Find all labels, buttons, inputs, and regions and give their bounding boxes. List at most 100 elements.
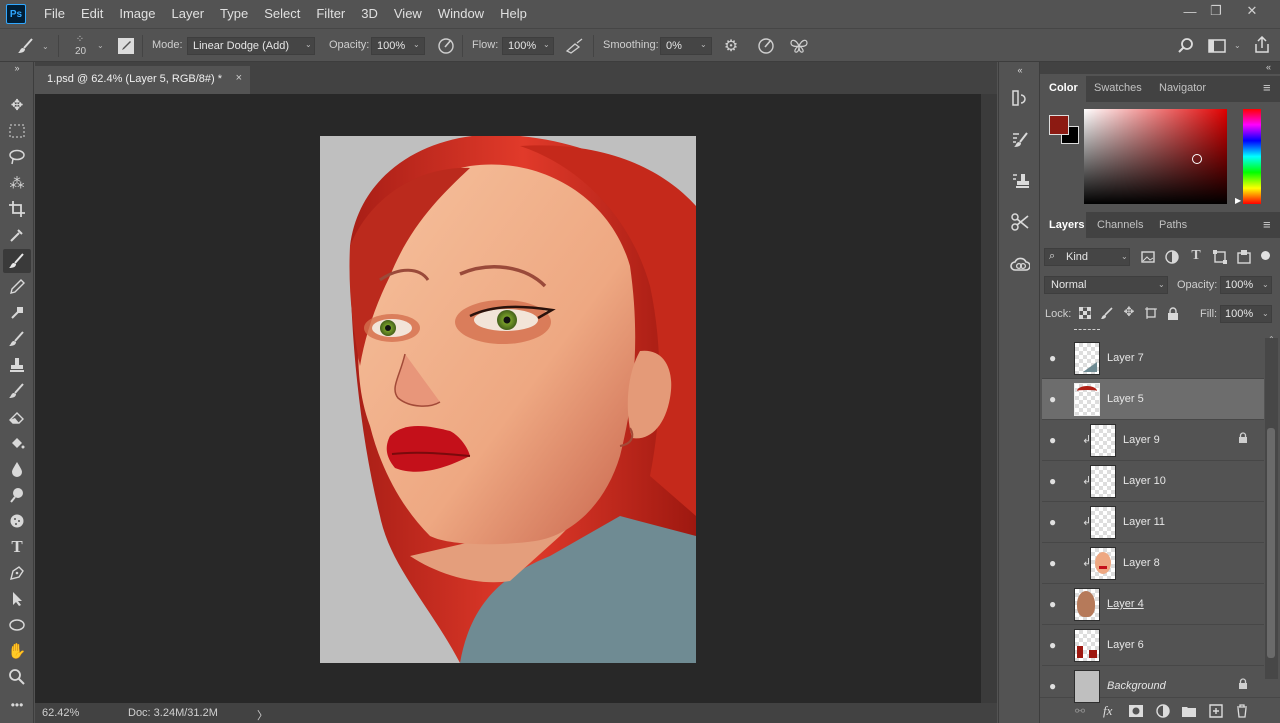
workspace-icon[interactable] [1206, 37, 1228, 55]
document-tab-close-icon[interactable]: × [236, 72, 242, 84]
workspace-chevron-icon[interactable]: ⌄ [1234, 41, 1241, 50]
layer-row-background[interactable]: ● Background [1042, 666, 1264, 703]
filter-smart-object-icon[interactable] [1236, 249, 1252, 265]
layer-row-layer-6[interactable]: ● Layer 6 [1042, 625, 1264, 666]
layers-scroll-thumb[interactable] [1267, 428, 1275, 658]
filter-pixel-layer-icon[interactable] [1140, 249, 1156, 265]
layers-panel-menu-icon[interactable]: ≡ [1263, 217, 1271, 232]
layers-scroll-up-icon[interactable]: ⌃ [1268, 335, 1275, 344]
document-canvas-area[interactable] [35, 62, 997, 723]
visibility-eye-icon[interactable]: ● [1049, 515, 1056, 529]
history-panel-icon[interactable] [1007, 85, 1033, 111]
visibility-eye-icon[interactable]: ● [1049, 597, 1056, 611]
hand-tool-icon[interactable]: ✋ [3, 639, 31, 663]
stamp-tool-icon[interactable] [3, 353, 31, 377]
menu-3d[interactable]: 3D [353, 0, 386, 28]
tab-swatches[interactable]: Swatches [1094, 82, 1142, 94]
color-picker-field[interactable] [1084, 109, 1227, 204]
document-tab[interactable]: 1.psd @ 62.4% (Layer 5, RGB/8#) * × [35, 66, 250, 94]
type-tool-icon[interactable]: T [3, 535, 31, 559]
layer-row-layer-5[interactable]: ● Layer 5 [1042, 379, 1264, 420]
pencil-tool-icon[interactable] [3, 275, 31, 299]
lasso-tool-icon[interactable] [3, 145, 31, 169]
menu-image[interactable]: Image [111, 0, 163, 28]
menu-edit[interactable]: Edit [73, 0, 111, 28]
layer-row-layer-10[interactable]: ● ↲ Layer 10 [1042, 461, 1264, 502]
eyedropper-tool-icon[interactable] [3, 223, 31, 247]
layer-name[interactable]: Layer 6 [1107, 639, 1144, 651]
menu-select[interactable]: Select [256, 0, 308, 28]
menu-layer[interactable]: Layer [164, 0, 213, 28]
marquee-tool-icon[interactable] [3, 119, 31, 143]
layer-name[interactable]: Layer 4 [1107, 598, 1144, 610]
menu-help[interactable]: Help [492, 0, 535, 28]
opacity-chevron-icon[interactable]: ⌄ [413, 40, 420, 49]
tab-navigator[interactable]: Navigator [1159, 82, 1206, 94]
status-menu-arrow-icon[interactable]: 〉 [257, 707, 268, 723]
blend-mode-select[interactable]: Normal ⌄ [1044, 276, 1168, 294]
more-tools-icon[interactable]: ••• [3, 693, 31, 717]
history-brush-tool-icon[interactable] [3, 327, 31, 351]
path-selection-tool-icon[interactable] [3, 587, 31, 611]
restore-button[interactable]: ❐ [1200, 0, 1232, 22]
lock-transparent-pixels-icon[interactable] [1078, 306, 1092, 320]
layer-row-layer-11[interactable]: ● ↲ Layer 11 [1042, 502, 1264, 543]
visibility-eye-icon[interactable]: ● [1049, 351, 1056, 365]
share-icon[interactable] [1252, 35, 1272, 55]
filter-kind-select[interactable]: ⌕ Kind ⌄ [1044, 248, 1130, 266]
pressure-opacity-icon[interactable] [436, 37, 456, 55]
eraser-tool-icon[interactable] [3, 405, 31, 429]
mode-select[interactable]: Linear Dodge (Add) [187, 37, 315, 55]
tab-layers[interactable]: Layers [1049, 219, 1084, 231]
tab-channels[interactable]: Channels [1097, 219, 1143, 231]
layer-row-layer-8[interactable]: ● ↲ Layer 8 [1042, 543, 1264, 584]
fill-input[interactable]: 100% ⌄ [1220, 305, 1272, 323]
brush-settings-panel-icon[interactable] [116, 37, 136, 55]
clone-source-panel-icon[interactable] [1007, 168, 1033, 194]
lock-position-icon[interactable]: ✥ [1122, 304, 1136, 319]
pen-tool-icon[interactable] [3, 561, 31, 585]
airbrush-icon[interactable] [564, 37, 586, 55]
dodge-tool-icon[interactable] [3, 483, 31, 507]
panels-collapse-icon[interactable]: « [1266, 62, 1271, 72]
add-mask-icon[interactable] [1128, 703, 1144, 719]
visibility-eye-icon[interactable]: ● [1049, 433, 1056, 447]
layer-name[interactable]: Background [1107, 680, 1166, 692]
canvas-vertical-scrollbar[interactable] [981, 94, 997, 703]
crop-tool-icon[interactable] [3, 197, 31, 221]
brushes-panel-icon[interactable] [1007, 127, 1033, 153]
layer-style-fx-icon[interactable]: fx [1103, 703, 1112, 719]
layer-name[interactable]: Layer 7 [1107, 352, 1144, 364]
tool-presets-panel-icon[interactable] [1007, 209, 1033, 235]
tab-color[interactable]: Color [1049, 82, 1078, 94]
layer-name[interactable]: Layer 10 [1123, 475, 1166, 487]
ellipse-tool-icon[interactable] [3, 613, 31, 637]
paint-bucket-tool-icon[interactable] [3, 431, 31, 455]
mode-chevron-icon[interactable]: ⌄ [305, 40, 312, 49]
filter-type-layer-icon[interactable]: T [1188, 248, 1204, 264]
foreground-color-swatch[interactable] [1049, 115, 1069, 135]
visibility-eye-icon[interactable]: ● [1049, 679, 1056, 693]
filter-shape-layer-icon[interactable] [1212, 249, 1228, 265]
sponge-tool-icon[interactable] [3, 509, 31, 533]
close-button[interactable]: ✕ [1236, 0, 1268, 22]
artwork-canvas[interactable] [320, 136, 696, 663]
menu-window[interactable]: Window [430, 0, 492, 28]
pressure-size-icon[interactable] [756, 37, 776, 55]
layer-opacity-input[interactable]: 100% ⌄ [1220, 276, 1272, 294]
visibility-eye-icon[interactable]: ● [1049, 556, 1056, 570]
zoom-tool-icon[interactable] [3, 665, 31, 689]
menu-type[interactable]: Type [212, 0, 256, 28]
search-icon[interactable] [1176, 37, 1196, 55]
smoothing-options-gear-icon[interactable]: ⚙ [721, 36, 741, 56]
brush-preset-icon[interactable] [14, 36, 38, 56]
dock-expand-icon[interactable]: « [1007, 64, 1033, 76]
zoom-level[interactable]: 62.42% [42, 707, 79, 719]
clone-stamp-tool-icon[interactable] [3, 301, 31, 325]
magic-wand-tool-icon[interactable]: ⁂ [3, 171, 31, 195]
layer-row-layer-9[interactable]: ● ↲ Layer 9 [1042, 420, 1264, 461]
brush-tool-icon[interactable] [3, 249, 31, 273]
lock-all-icon[interactable] [1166, 306, 1180, 320]
tools-collapse-icon[interactable]: » [3, 62, 31, 74]
layer-name[interactable]: Layer 8 [1123, 557, 1160, 569]
